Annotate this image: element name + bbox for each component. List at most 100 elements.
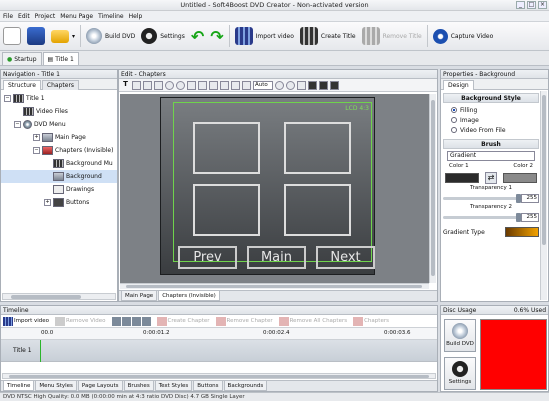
- tab-buttons[interactable]: Buttons: [193, 381, 223, 391]
- open-menu-button[interactable]: ▾: [48, 23, 78, 50]
- import-video-button[interactable]: Import video: [232, 23, 297, 50]
- tree-node-dvd-menu[interactable]: − DVD Menu: [1, 118, 117, 131]
- new-button[interactable]: [0, 23, 24, 50]
- remove-title-button[interactable]: Remove Title: [359, 23, 425, 50]
- radio-video-from-file[interactable]: Video From File: [443, 125, 539, 135]
- editor-canvas[interactable]: LCD 4:3 Prev Main Next: [120, 94, 429, 283]
- preview-tv-icon[interactable]: [330, 80, 339, 90]
- tab-chapters[interactable]: Chapters: [41, 80, 80, 90]
- image-tool-icon[interactable]: [132, 80, 141, 90]
- grid-icon[interactable]: [297, 80, 306, 90]
- next-button[interactable]: Next: [316, 246, 375, 269]
- radio-filling[interactable]: Filling: [443, 105, 539, 115]
- scroll-thumb[interactable]: [431, 100, 435, 276]
- transparency-2-slider[interactable]: [443, 213, 521, 222]
- tree-node-background-music[interactable]: Background Mu: [1, 157, 117, 170]
- minimize-button[interactable]: _: [516, 1, 525, 9]
- zoom-out-icon[interactable]: [286, 80, 295, 90]
- gradient-type-select[interactable]: [505, 227, 539, 237]
- background-style-section[interactable]: Background Style: [443, 93, 539, 103]
- menu-timeline[interactable]: Timeline: [98, 11, 124, 21]
- properties-scrollbar[interactable]: [540, 91, 547, 300]
- create-chapter-button[interactable]: Create Chapter: [156, 316, 210, 326]
- playhead[interactable]: [40, 340, 41, 362]
- scroll-thumb[interactable]: [11, 295, 81, 299]
- tab-page-layouts[interactable]: Page Layouts: [77, 381, 123, 391]
- menu-edit[interactable]: Edit: [18, 11, 30, 21]
- rectangle-tool-icon[interactable]: [154, 80, 163, 90]
- tab-timeline[interactable]: Timeline: [3, 381, 35, 391]
- scroll-thumb[interactable]: [9, 375, 429, 378]
- pie-tool-icon[interactable]: [176, 80, 185, 90]
- undo-button[interactable]: ↶: [188, 23, 207, 50]
- text-tool-icon[interactable]: T: [121, 80, 130, 90]
- chapter-thumbnail[interactable]: [284, 122, 351, 174]
- menu-file[interactable]: File: [3, 11, 13, 21]
- menu-menu-page[interactable]: Menu Page: [60, 11, 93, 21]
- close-button[interactable]: ×: [538, 1, 547, 9]
- preview-16x9-icon[interactable]: [319, 80, 328, 90]
- color-2-picker[interactable]: [503, 173, 537, 183]
- slider-handle[interactable]: [516, 194, 521, 203]
- tab-backgrounds[interactable]: Backgrounds: [223, 381, 268, 391]
- tab-brushes[interactable]: Brushes: [123, 381, 154, 391]
- remove-all-chapters-button[interactable]: Remove All Chapters: [278, 316, 347, 326]
- menu-page-preview[interactable]: LCD 4:3 Prev Main Next: [160, 97, 375, 275]
- paste-icon[interactable]: [209, 80, 218, 90]
- tab-menu-styles[interactable]: Menu Styles: [35, 381, 77, 391]
- create-title-button[interactable]: Create Title: [297, 23, 359, 50]
- time-ruler[interactable]: 00.0 0:00:01.2 0:00:02.4 0:00:03.6: [1, 328, 437, 340]
- transparency-1-slider[interactable]: [443, 194, 521, 203]
- maximize-button[interactable]: □: [527, 1, 536, 9]
- chapter-thumbnail[interactable]: [193, 184, 260, 236]
- menu-project[interactable]: Project: [35, 11, 56, 21]
- tab-startup[interactable]: ● Startup: [2, 52, 42, 65]
- tree-node-background[interactable]: Background: [1, 170, 117, 183]
- stop-icon[interactable]: [141, 316, 151, 326]
- tree-node-video-files[interactable]: Video Files: [1, 105, 117, 118]
- delete-icon[interactable]: [220, 80, 229, 90]
- tree-node-main-page[interactable]: + Main Page: [1, 131, 117, 144]
- expand-icon[interactable]: +: [33, 134, 40, 141]
- cut-icon[interactable]: [187, 80, 196, 90]
- slider-handle[interactable]: [516, 213, 521, 222]
- brush-type-select[interactable]: Gradient: [447, 151, 535, 161]
- color-1-picker[interactable]: [445, 173, 479, 183]
- zoom-select[interactable]: Auto: [253, 80, 273, 90]
- copy-icon[interactable]: [198, 80, 207, 90]
- preview-4x3-icon[interactable]: [308, 80, 317, 90]
- tree-node-chapters[interactable]: − Chapters (Invisible): [1, 144, 117, 157]
- tree-node-title[interactable]: − Title 1: [1, 92, 117, 105]
- import-video-timeline-button[interactable]: Import video: [3, 316, 49, 326]
- chapter-thumbnail[interactable]: [193, 122, 260, 174]
- tab-text-styles[interactable]: Text Styles: [154, 381, 193, 391]
- capture-video-button[interactable]: Capture Video: [430, 23, 497, 50]
- ellipse-tool-icon[interactable]: [165, 80, 174, 90]
- disc-build-dvd-button[interactable]: Build DVD: [444, 319, 476, 352]
- nav-horizontal-scrollbar[interactable]: [2, 293, 116, 300]
- tab-structure[interactable]: Structure: [3, 80, 41, 90]
- expand-icon[interactable]: +: [44, 199, 51, 206]
- transparency-2-input[interactable]: 255: [521, 213, 539, 222]
- collapse-icon[interactable]: −: [14, 121, 21, 128]
- prev-button[interactable]: Prev: [178, 246, 237, 269]
- pause-icon[interactable]: [131, 316, 141, 326]
- editor-vertical-scrollbar[interactable]: [429, 94, 436, 283]
- bring-front-icon[interactable]: [231, 80, 240, 90]
- tree-node-drawings[interactable]: Drawings: [1, 183, 117, 196]
- menu-help[interactable]: Help: [129, 11, 143, 21]
- title-track[interactable]: Title 1: [1, 340, 437, 362]
- brush-section[interactable]: Brush: [443, 139, 539, 149]
- collapse-icon[interactable]: −: [4, 95, 11, 102]
- timeline-scrollbar[interactable]: [2, 373, 436, 379]
- redo-button[interactable]: ↷: [207, 23, 226, 50]
- tab-title-1[interactable]: ▤ Title 1: [42, 52, 79, 65]
- send-back-icon[interactable]: [242, 80, 251, 90]
- disc-settings-button[interactable]: Settings: [444, 357, 476, 390]
- main-button[interactable]: Main: [247, 246, 306, 269]
- scroll-thumb[interactable]: [126, 285, 422, 288]
- chapter-thumbnail[interactable]: [284, 184, 351, 236]
- line-tool-icon[interactable]: [143, 80, 152, 90]
- swap-colors-icon[interactable]: ⇄: [485, 172, 497, 184]
- save-button[interactable]: [24, 23, 48, 50]
